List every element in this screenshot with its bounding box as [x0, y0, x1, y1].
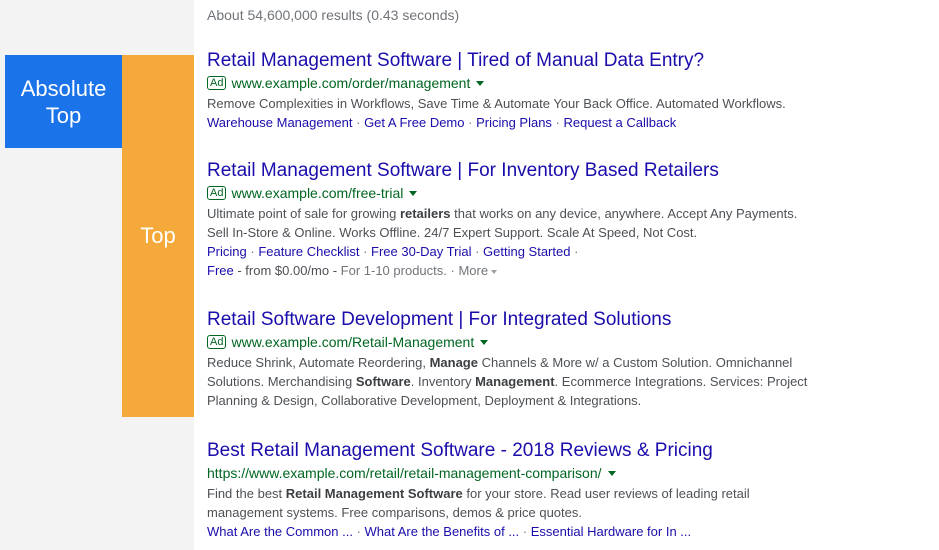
- url-dropdown-icon[interactable]: [409, 190, 418, 196]
- desc-text: Ultimate point of sale for growing: [207, 206, 400, 221]
- sitelink[interactable]: Get A Free Demo: [364, 115, 464, 130]
- desc-text: management systems. Free comparisons, de…: [207, 505, 582, 520]
- ad-result-3: Retail Software Development | For Integr…: [207, 308, 907, 410]
- url-dropdown-icon[interactable]: [480, 339, 489, 345]
- desc-text: that works on any device, anywhere. Acce…: [450, 206, 798, 221]
- separator: ·: [464, 115, 477, 130]
- ad-badge: Ad: [207, 186, 227, 200]
- separator: ·: [446, 263, 459, 278]
- result-url-row: Ad www.example.com/Retail-Management: [207, 333, 907, 351]
- absolute-top-label-line2: Top: [45, 102, 82, 128]
- sitelink[interactable]: Feature Checklist: [258, 244, 359, 259]
- desc-text: . Ecommerce Integrations. Services: Proj…: [554, 374, 808, 389]
- separator: ·: [570, 244, 579, 259]
- separator: ·: [519, 524, 531, 539]
- desc-text: Planning & Design, Collaborative Develop…: [207, 393, 642, 408]
- separator: ·: [352, 115, 365, 130]
- sitelinks: What Are the Common ... · What Are the B…: [207, 522, 907, 541]
- sitelink[interactable]: Free 30-Day Trial: [371, 244, 471, 259]
- sitelink[interactable]: Pricing Plans: [476, 115, 552, 130]
- price-text: - from $0.00/mo -: [233, 263, 341, 278]
- sitelink[interactable]: Essential Hardware for In ...: [531, 524, 691, 539]
- ad-badge: Ad: [207, 76, 227, 90]
- result-title[interactable]: Best Retail Management Software - 2018 R…: [207, 439, 907, 463]
- result-url[interactable]: www.example.com/Retail-Management: [231, 333, 474, 351]
- ad-result-1: Retail Management Software | Tired of Ma…: [207, 49, 907, 132]
- sitelink[interactable]: Getting Started: [483, 244, 570, 259]
- result-title[interactable]: Retail Management Software | Tired of Ma…: [207, 49, 907, 73]
- result-url[interactable]: www.example.com/order/management: [231, 74, 470, 92]
- result-url-row: https://www.example.com/retail/retail-ma…: [207, 464, 907, 482]
- sitelinks: Pricing · Feature Checklist · Free 30-Da…: [207, 242, 907, 261]
- ad-badge: Ad: [207, 335, 227, 349]
- url-dropdown-icon[interactable]: [476, 80, 485, 86]
- separator: ·: [471, 244, 484, 259]
- desc-bold: Software: [355, 374, 411, 389]
- ad-result-2: Retail Management Software | For Invento…: [207, 159, 907, 280]
- separator: ·: [246, 244, 259, 259]
- result-description: Reduce Shrink, Automate Reordering, Mana…: [207, 353, 907, 410]
- desc-text: Find the best: [207, 486, 286, 501]
- desc-text: Solutions. Merchandising: [207, 374, 356, 389]
- result-url-row: Ad www.example.com/free-trial: [207, 184, 907, 202]
- result-title[interactable]: Retail Software Development | For Integr…: [207, 308, 907, 332]
- result-url[interactable]: www.example.com/free-trial: [231, 184, 403, 202]
- desc-text: Reduce Shrink, Automate Reordering,: [207, 355, 430, 370]
- result-url[interactable]: https://www.example.com/retail/retail-ma…: [207, 464, 602, 482]
- result-title[interactable]: Retail Management Software | For Invento…: [207, 159, 907, 183]
- result-description: Ultimate point of sale for growing retai…: [207, 204, 907, 242]
- separator: ·: [352, 524, 365, 539]
- top-label-text: Top: [140, 223, 176, 248]
- top-label: Top: [122, 55, 194, 417]
- sitelink[interactable]: Request a Callback: [564, 115, 677, 130]
- sitelink[interactable]: What Are the Common ...: [207, 524, 353, 539]
- sitelinks: Warehouse Management · Get A Free Demo ·…: [207, 113, 907, 132]
- organic-result: Best Retail Management Software - 2018 R…: [207, 439, 907, 541]
- desc-text: for your store. Read user reviews of lea…: [462, 486, 750, 501]
- price-note: For 1-10 products.: [340, 263, 447, 278]
- price-link[interactable]: Free: [207, 263, 234, 278]
- absolute-top-label-line1: Absolute: [20, 75, 107, 101]
- desc-text: Sell In-Store & Online. Works Offline. 2…: [207, 225, 698, 240]
- sitelink[interactable]: Warehouse Management: [207, 115, 353, 130]
- desc-bold: Retail Management Software: [285, 486, 463, 501]
- result-description: Remove Complexities in Workflows, Save T…: [207, 96, 786, 111]
- desc-bold: retailers: [399, 206, 451, 221]
- more-dropdown-icon[interactable]: [491, 269, 498, 274]
- result-description: Find the best Retail Management Software…: [207, 484, 907, 522]
- separator: ·: [551, 115, 564, 130]
- url-dropdown-icon[interactable]: [607, 470, 616, 476]
- sitelink[interactable]: What Are the Benefits of ...: [365, 524, 520, 539]
- price-extension: Free - from $0.00/mo - For 1-10 products…: [207, 261, 907, 280]
- sitelink[interactable]: Pricing: [207, 244, 247, 259]
- absolute-top-label: Absolute Top: [5, 55, 122, 148]
- search-results-page: About 54,600,000 results (0.43 seconds) …: [0, 0, 939, 550]
- desc-text: Channels & More w/ a Custom Solution. Om…: [477, 355, 793, 370]
- result-url-row: Ad www.example.com/order/management: [207, 74, 907, 92]
- separator: ·: [359, 244, 372, 259]
- result-stats: About 54,600,000 results (0.43 seconds): [207, 7, 460, 23]
- more-button[interactable]: More: [458, 263, 488, 278]
- desc-bold: Management: [475, 374, 555, 389]
- desc-text: . Inventory: [410, 374, 476, 389]
- desc-bold: Manage: [429, 355, 478, 370]
